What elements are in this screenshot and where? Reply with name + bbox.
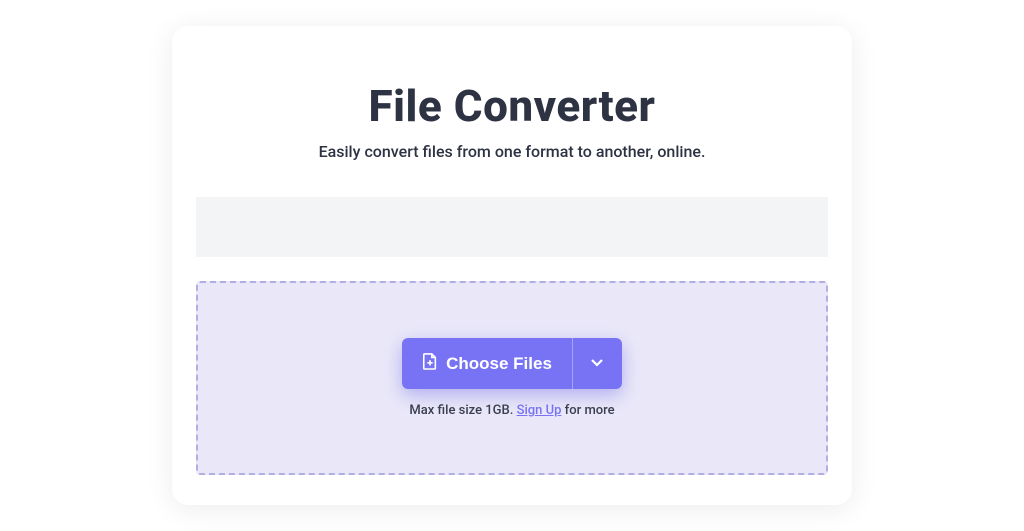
dropzone-caption: Max file size 1GB. Sign Up for more xyxy=(409,403,614,418)
options-strip xyxy=(196,197,828,257)
choose-files-group: Choose Files xyxy=(402,338,622,389)
page-subtitle: Easily convert files from one format to … xyxy=(319,142,706,161)
caption-suffix: for more xyxy=(561,403,614,418)
choose-files-button[interactable]: Choose Files xyxy=(402,338,572,389)
page-title: File Converter xyxy=(369,80,656,132)
max-size-text: Max file size 1GB. xyxy=(409,403,516,418)
choose-files-label: Choose Files xyxy=(446,354,552,374)
file-dropzone[interactable]: Choose Files Max file size 1GB. Sign Up … xyxy=(196,281,828,475)
chevron-down-icon xyxy=(590,355,604,372)
converter-card: File Converter Easily convert files from… xyxy=(172,26,852,505)
choose-files-dropdown-button[interactable] xyxy=(572,338,622,389)
file-add-icon xyxy=(422,352,438,375)
signup-link[interactable]: Sign Up xyxy=(517,403,562,418)
